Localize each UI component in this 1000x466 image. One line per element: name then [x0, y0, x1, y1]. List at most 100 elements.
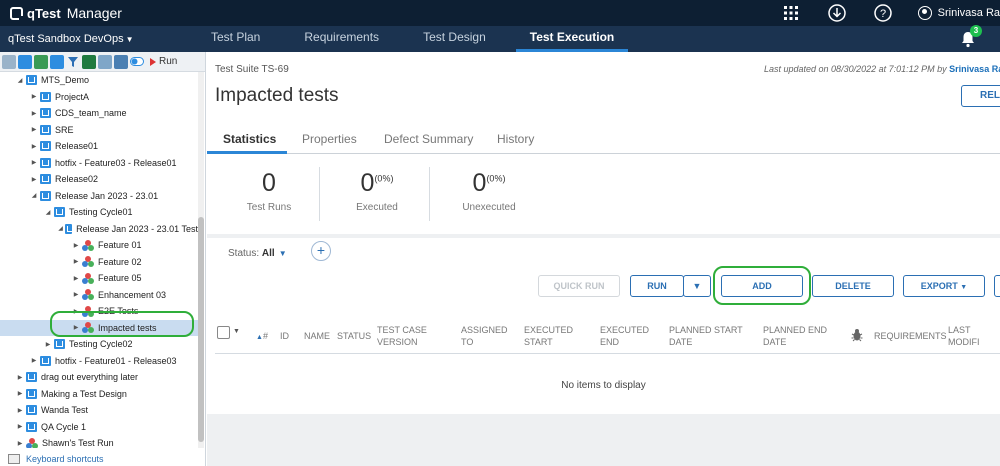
nav-tab-test-execution[interactable]: Test Execution	[515, 26, 629, 52]
caret-right-icon[interactable]: ▶	[72, 275, 80, 282]
tree-item[interactable]: ▶ Release01	[30, 138, 198, 154]
caret-right-icon[interactable]: ▶	[16, 407, 24, 414]
caret-right-icon[interactable]: ▶	[44, 341, 52, 348]
caret-right-icon[interactable]: ▶	[72, 291, 80, 298]
caret-right-icon[interactable]: ▶	[30, 110, 38, 117]
tree-scrollbar[interactable]	[198, 72, 204, 448]
column-planned-start-date[interactable]: PLANNED START DATE	[669, 324, 745, 348]
nav-tab-test-plan[interactable]: Test Plan	[211, 26, 260, 52]
tree-item[interactable]: ▶ Testing Cycle02	[44, 336, 198, 352]
scrollbar-thumb[interactable]	[198, 217, 204, 442]
tab-properties[interactable]: Properties	[302, 132, 357, 146]
notifications-button[interactable]: 3	[960, 25, 982, 49]
column-last-modified-date[interactable]: LAST MODIFI DATE	[948, 324, 1000, 350]
tree-item[interactable]: ▶ QA Cycle 1	[16, 419, 198, 435]
column-test-case-version[interactable]: TEST CASE VERSION	[377, 324, 437, 348]
caret-right-icon[interactable]: ▶	[16, 374, 24, 381]
tree-item[interactable]: ▶ Feature 05	[72, 270, 198, 286]
run-button[interactable]: Run	[150, 56, 177, 67]
new-cycle-icon[interactable]	[18, 54, 32, 69]
keyboard-shortcuts-link[interactable]: Keyboard shortcuts	[8, 452, 104, 466]
test-execution-tree-panel: Run ◢ MTS_Demo ▶ ProjectA ▶ CDS_team_name ▶ SRE…	[0, 52, 206, 466]
column-id[interactable]: ID	[280, 330, 289, 342]
delete-button[interactable]: DELETE	[812, 275, 894, 297]
copy-icon[interactable]	[114, 54, 128, 69]
tree-item[interactable]: ◢ Release Jan 2023 - 23.01 Test	[58, 221, 198, 237]
help-icon[interactable]: ?	[873, 4, 892, 22]
divider	[429, 167, 430, 221]
tree-item[interactable]: ◢ Release Jan 2023 - 23.01	[30, 188, 198, 204]
new-release-icon[interactable]	[2, 54, 16, 69]
caret-right-icon[interactable]: ▶	[16, 423, 24, 430]
caret-down-icon[interactable]: ◢	[30, 192, 38, 199]
column-executed-end[interactable]: EXECUTED END	[600, 324, 649, 348]
tree-item[interactable]: ▶ Wanda Test	[16, 402, 198, 418]
caret-right-icon[interactable]: ▶	[30, 357, 38, 364]
user-menu[interactable]: Srinivasa Ra	[917, 6, 1000, 20]
tree-toolbar: Run	[0, 52, 205, 72]
breadcrumb-id: TS-69	[261, 64, 289, 75]
new-module-icon[interactable]	[50, 54, 64, 69]
highlight-annotation	[50, 311, 194, 337]
stat-executed: 0(0%) Executed	[338, 169, 416, 213]
project-selector[interactable]: qTest Sandbox DevOps ▼	[8, 33, 188, 45]
tab-defect-summary[interactable]: Defect Summary	[384, 132, 473, 146]
tree-item[interactable]: ▶ Enhancement 03	[72, 287, 198, 303]
more-button[interactable]	[994, 275, 1000, 297]
caret-down-icon[interactable]: ◢	[44, 209, 52, 216]
grid-icon[interactable]	[782, 4, 800, 22]
column-status[interactable]: STATUS	[337, 330, 371, 342]
run-button-main[interactable]: RUN	[630, 275, 684, 297]
tree-item[interactable]: ▶ SRE	[30, 122, 198, 138]
nav-tab-requirements[interactable]: Requirements	[304, 26, 379, 52]
tree-item[interactable]: ▶ drag out everything later	[16, 369, 198, 385]
tree-item[interactable]: ▶ CDS_team_name	[30, 105, 198, 121]
column-planned-end-date[interactable]: PLANNED END DATE	[763, 324, 833, 348]
tree-item[interactable]: ◢ Testing Cycle01	[44, 204, 198, 220]
nav-tab-test-design[interactable]: Test Design	[423, 26, 486, 52]
column-name[interactable]: NAME	[304, 330, 330, 342]
column-executed-start[interactable]: EXECUTED START	[524, 324, 576, 348]
tree-item[interactable]: ▶ hotfix - Feature01 - Release03	[30, 353, 198, 369]
tree-item[interactable]: ▶ Shawn's Test Run	[16, 435, 198, 448]
caret-down-icon[interactable]: ◢	[58, 225, 63, 232]
caret-right-icon[interactable]: ▶	[30, 126, 38, 133]
download-icon[interactable]	[827, 4, 846, 22]
add-filter-button[interactable]: +	[311, 241, 331, 261]
tree-item[interactable]: ▶ hotfix - Feature03 - Release01	[30, 155, 198, 171]
tree-item[interactable]: ▶ Feature 02	[72, 254, 198, 270]
caret-right-icon[interactable]: ▶	[30, 143, 38, 150]
run-dropdown-button[interactable]: ▼	[683, 275, 711, 297]
caret-right-icon[interactable]: ▶	[72, 242, 80, 249]
excel-export-icon[interactable]	[82, 54, 96, 69]
tree-item[interactable]: ▶ Making a Test Design	[16, 386, 198, 402]
new-suite-icon[interactable]	[34, 54, 48, 69]
quick-run-button[interactable]: QUICK RUN	[538, 275, 620, 297]
toggle-icon[interactable]	[130, 55, 144, 69]
export-label: EXPORT	[920, 281, 958, 291]
tree-item[interactable]: ▶ Release02	[30, 171, 198, 187]
column-requirements[interactable]: REQUIREMENTS	[874, 330, 947, 342]
caret-right-icon[interactable]: ▶	[30, 176, 38, 183]
reload-button[interactable]: RELO	[961, 85, 1000, 107]
filter-icon[interactable]	[66, 55, 80, 69]
tree-item[interactable]: ▶ Feature 01	[72, 237, 198, 253]
column-assigned-to[interactable]: ASSIGNED TO	[461, 324, 511, 348]
last-updated-user[interactable]: Srinivasa Ra	[949, 64, 1000, 74]
caret-right-icon[interactable]: ▶	[72, 258, 80, 265]
export-button[interactable]: EXPORT ▼	[903, 275, 985, 297]
tree-item[interactable]: ◢ MTS_Demo	[16, 72, 198, 88]
caret-right-icon[interactable]: ▶	[30, 159, 38, 166]
tab-statistics[interactable]: Statistics	[223, 132, 276, 146]
tab-history[interactable]: History	[497, 132, 534, 146]
tree-item[interactable]: ▶ ProjectA	[30, 89, 198, 105]
column-index[interactable]: ▲#	[256, 330, 268, 344]
export-icon[interactable]	[98, 54, 112, 69]
caret-right-icon[interactable]: ▶	[16, 390, 24, 397]
grid-header: ▲# ID NAME STATUS TEST CASE VERSION ASSI…	[215, 320, 1000, 354]
caret-right-icon[interactable]: ▶	[16, 440, 24, 447]
qtest-logo[interactable]: qTest Manager	[10, 5, 122, 21]
caret-down-icon[interactable]: ◢	[16, 77, 24, 84]
caret-right-icon[interactable]: ▶	[30, 93, 38, 100]
status-filter[interactable]: Status: All ▼	[228, 248, 287, 259]
